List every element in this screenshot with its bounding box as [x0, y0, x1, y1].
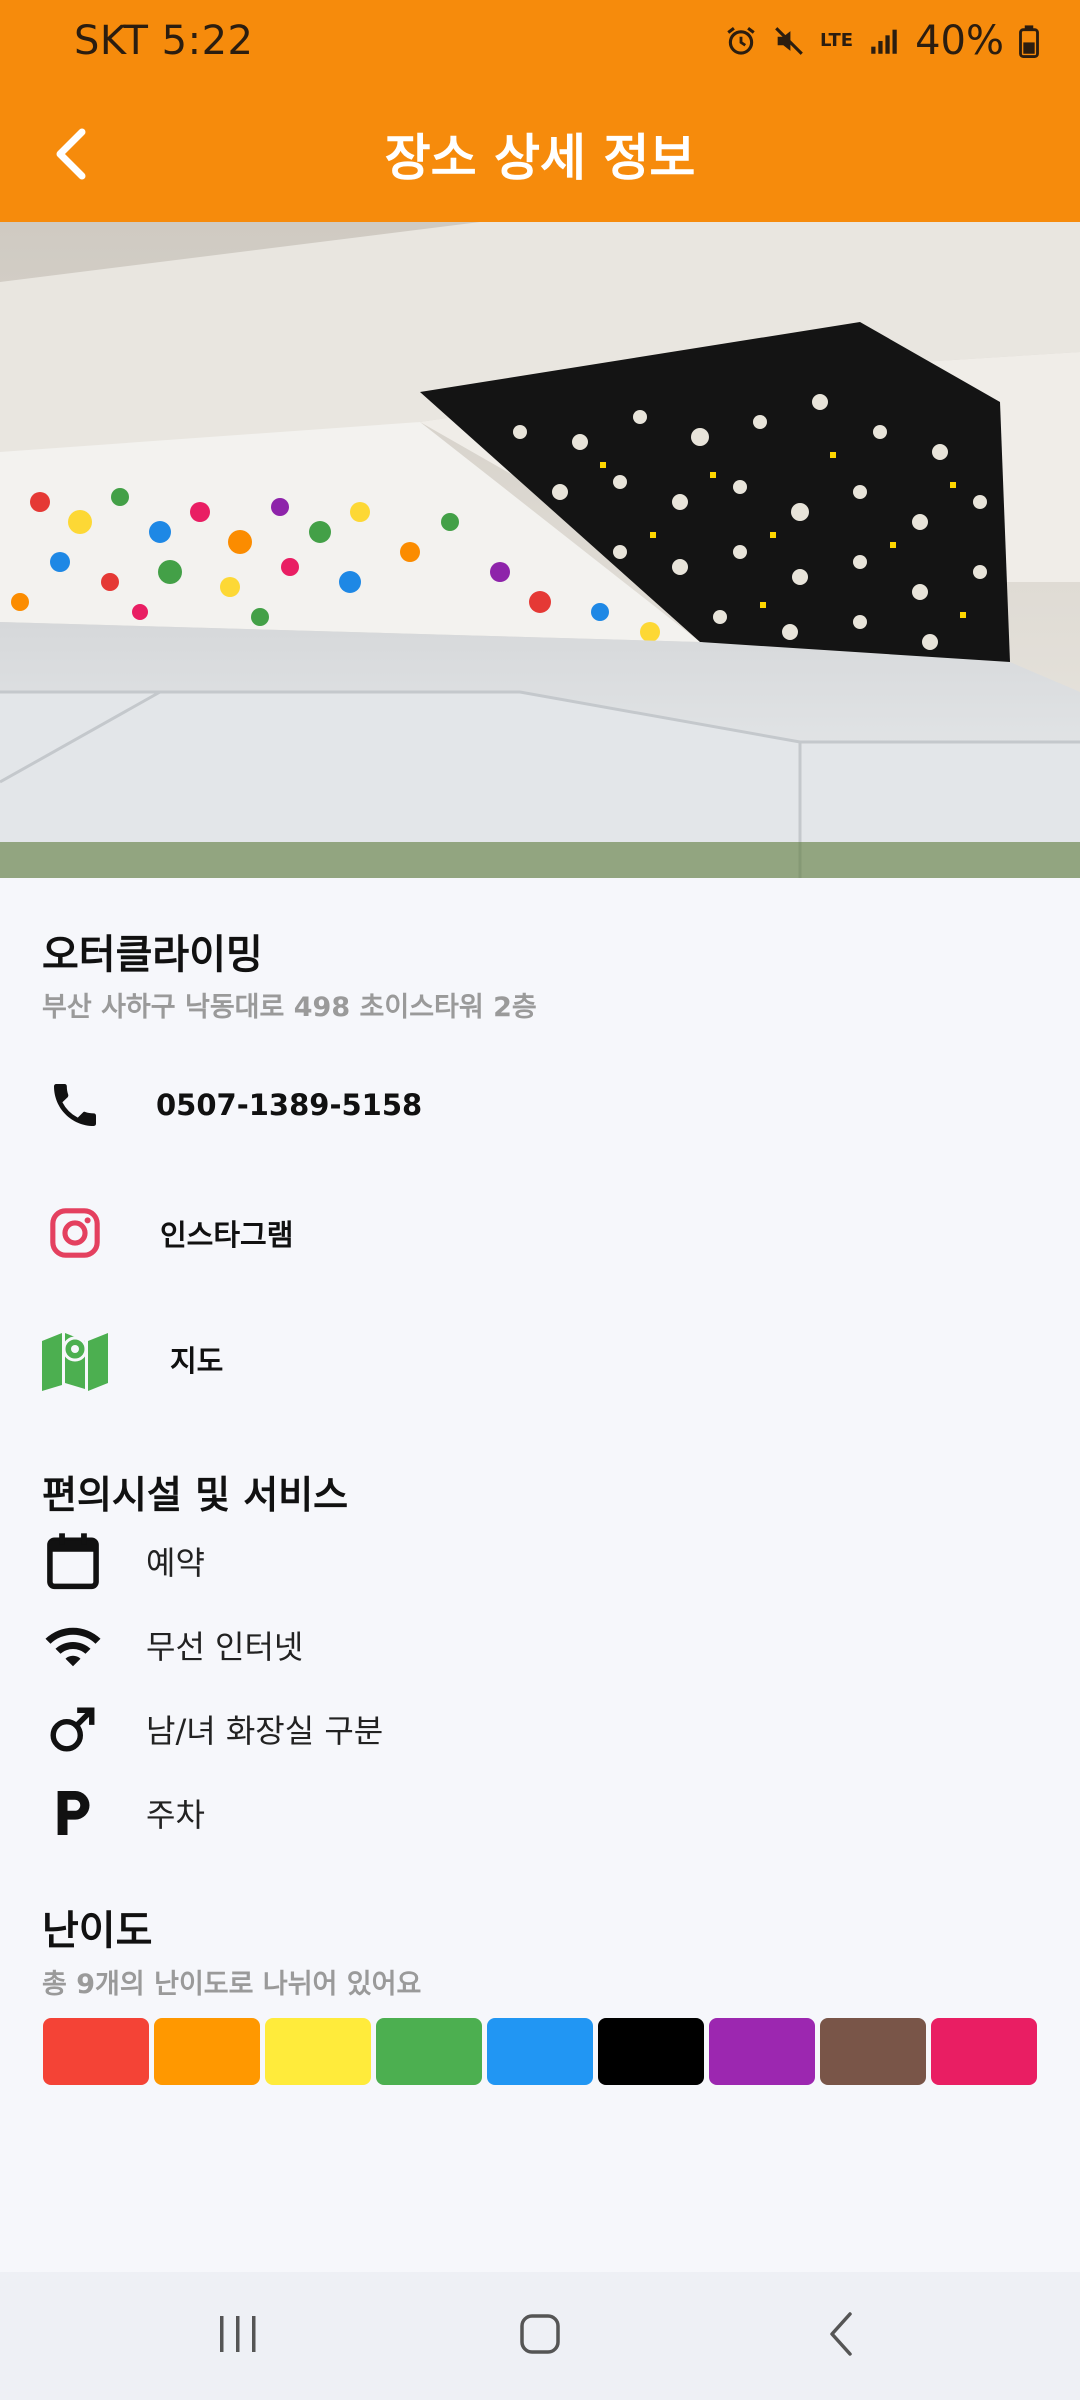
alarm-icon [724, 24, 758, 58]
difficulty-chip [376, 2018, 482, 2085]
map-row[interactable]: 지도 [40, 1324, 223, 1394]
phone-icon [40, 1070, 110, 1140]
place-photo [0, 222, 1080, 878]
back-arrow-icon [820, 2310, 864, 2362]
home-button[interactable] [460, 2272, 620, 2400]
difficulty-colors [43, 2018, 1037, 2085]
home-icon [518, 2312, 562, 2360]
amenity-item: 남/녀 화장실 구분 [40, 1694, 383, 1764]
calendar-icon [40, 1528, 106, 1594]
difficulty-chip [154, 2018, 260, 2085]
difficulty-chip [709, 2018, 815, 2085]
mute-icon [772, 24, 806, 58]
male-icon [40, 1696, 106, 1762]
phone-number[interactable]: 0507-1389-5158 [156, 1088, 422, 1122]
system-nav-bar [0, 2272, 1080, 2400]
app-bar: 장소 상세 정보 [0, 90, 1080, 222]
difficulty-chip [43, 2018, 149, 2085]
amenity-item: 무선 인터넷 [40, 1610, 303, 1680]
status-bar: SKT 5:22 LTE 40% [0, 0, 1080, 90]
amenity-label: 남/녀 화장실 구분 [146, 1712, 384, 1750]
signal-icon [867, 24, 901, 58]
parking-icon [40, 1780, 106, 1846]
amenity-label: 주차 [146, 1796, 205, 1834]
wifi-icon [40, 1612, 106, 1678]
status-icons: LTE 40% [724, 18, 1040, 64]
amenity-label: 예약 [146, 1544, 205, 1582]
battery-icon [1018, 24, 1040, 58]
difficulty-chip [820, 2018, 926, 2085]
difficulty-chip [598, 2018, 704, 2085]
map-icon [40, 1324, 110, 1394]
difficulty-chip [265, 2018, 371, 2085]
amenity-label: 무선 인터넷 [146, 1628, 304, 1666]
lte-icon: LTE [820, 30, 854, 51]
difficulty-chip [931, 2018, 1037, 2085]
amenity-item: 예약 [40, 1526, 205, 1596]
map-link[interactable]: 지도 [170, 1338, 223, 1380]
place-name: 오터클라이밍 [42, 932, 263, 978]
difficulty-subtitle: 총 9개의 난이도로 나뉘어 있어요 [42, 1969, 422, 2000]
difficulty-title: 난이도 [42, 1908, 153, 1954]
instagram-row[interactable]: 인스타그램 [40, 1198, 293, 1268]
page-title: 장소 상세 정보 [384, 129, 696, 187]
difficulty-chip [487, 2018, 593, 2085]
phone-row[interactable]: 0507-1389-5158 [40, 1070, 422, 1140]
battery-text: 40% [915, 18, 1004, 64]
place-address: 부산 사하구 낙동대로 498 초이스타워 2층 [42, 992, 537, 1023]
recent-apps-button[interactable] [158, 2272, 318, 2400]
amenities-title: 편의시설 및 서비스 [42, 1473, 349, 1517]
instagram-icon [40, 1198, 110, 1268]
amenity-item: 주차 [40, 1778, 205, 1848]
instagram-link[interactable]: 인스타그램 [160, 1212, 293, 1254]
recent-apps-icon [216, 2312, 260, 2360]
status-time: SKT 5:22 [74, 18, 254, 64]
system-back-button[interactable] [762, 2272, 922, 2400]
